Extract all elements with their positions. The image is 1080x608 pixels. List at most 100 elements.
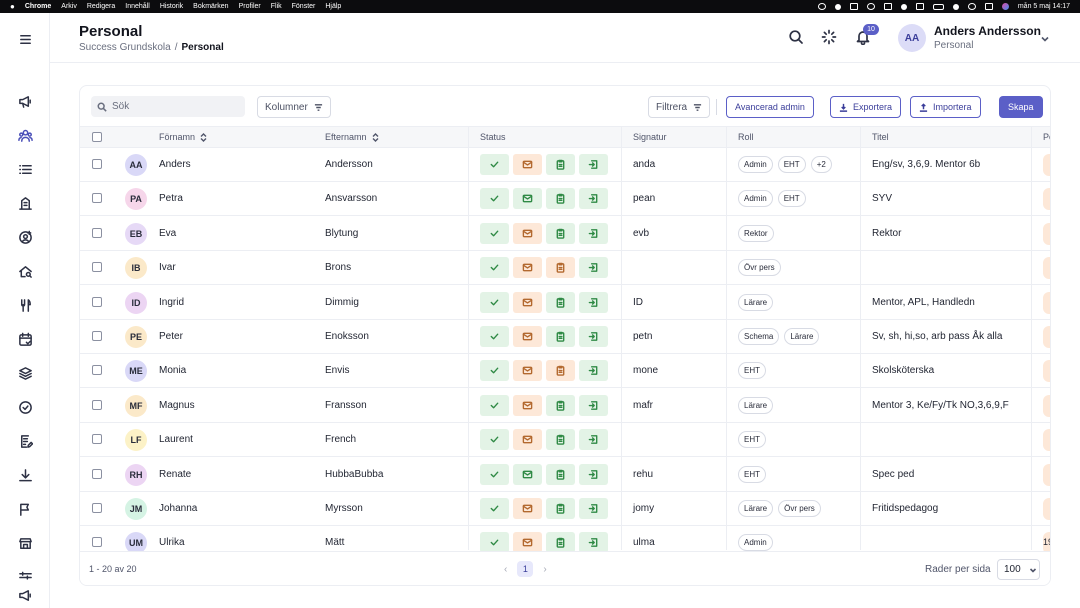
role-chip[interactable]: Lärare — [784, 328, 820, 345]
user-add-icon[interactable] — [17, 229, 33, 245]
status-mail[interactable] — [513, 257, 542, 279]
status-clipboard[interactable] — [546, 291, 575, 313]
next-page-button[interactable]: › — [543, 564, 546, 575]
header-status[interactable]: Status — [480, 132, 506, 142]
avatar[interactable]: AA — [898, 24, 926, 52]
role-chip[interactable]: Övr pers — [738, 259, 781, 277]
table-row[interactable]: ID Ingrid Dimmig ID Lärare Mentor, APL, Handl… — [80, 286, 1050, 320]
row-checkbox[interactable] — [92, 159, 102, 169]
search-icon[interactable] — [787, 28, 805, 46]
row-checkbox[interactable] — [92, 399, 102, 410]
row-checkbox[interactable] — [92, 227, 102, 238]
status-clipboard[interactable] — [546, 498, 575, 519]
status-mail[interactable] — [513, 291, 542, 313]
role-chip[interactable]: EHT — [738, 362, 766, 380]
row-checkbox[interactable] — [92, 434, 102, 445]
table-row[interactable]: MF Magnus Fransson mafr Lärare Mentor 3, Ke/F… — [80, 389, 1050, 423]
prev-page-button[interactable]: ‹ — [504, 564, 507, 575]
status-clipboard[interactable] — [546, 222, 575, 244]
status-clipboard[interactable] — [546, 257, 575, 279]
status-login[interactable] — [579, 222, 608, 244]
status-clipboard[interactable] — [546, 429, 575, 451]
record-icon[interactable] — [817, 3, 826, 10]
page-number[interactable]: 1 — [517, 561, 534, 577]
status-mail[interactable] — [513, 463, 542, 485]
menu-flik[interactable]: Flik — [271, 3, 282, 10]
cell-firstname[interactable]: Laurent — [159, 434, 193, 445]
cell-lastname[interactable]: Andersson — [325, 159, 373, 170]
rows-per-page-select[interactable]: 100 — [997, 559, 1040, 580]
cell-lastname[interactable]: Mätt — [325, 537, 344, 548]
cell-lastname[interactable]: French — [325, 434, 356, 445]
header-lastname[interactable]: Efternamn — [325, 132, 379, 142]
status-clipboard[interactable] — [546, 360, 575, 382]
flag-icon[interactable] — [17, 501, 33, 517]
brightness-icon[interactable] — [834, 3, 841, 10]
cell-firstname[interactable]: Ivar — [159, 262, 176, 273]
megaphone-bottom-icon[interactable] — [17, 587, 33, 603]
cell-lastname[interactable]: Ansvarsson — [325, 193, 377, 204]
table-row[interactable]: RH Renate HubbaBubba rehu EHT Spec ped — [80, 458, 1050, 492]
layers-icon[interactable] — [17, 365, 33, 381]
import-button[interactable]: Importera — [910, 96, 981, 118]
table-row[interactable]: PE Peter Enoksson petn Schema Lärare Sv, sh, h… — [80, 320, 1050, 354]
header-firstname[interactable]: Förnamn — [159, 132, 207, 142]
filter-button[interactable]: Filtrera — [648, 96, 711, 118]
download-icon[interactable] — [17, 467, 33, 483]
role-chip[interactable]: Admin — [738, 534, 773, 552]
cell-firstname[interactable]: Eva — [159, 228, 176, 239]
status-login[interactable] — [579, 188, 608, 210]
cell-lastname[interactable]: Dimmig — [325, 297, 359, 308]
store-icon[interactable] — [17, 535, 33, 551]
header-title[interactable]: Titel — [872, 132, 889, 142]
cell-firstname[interactable]: Monia — [159, 365, 186, 376]
menubar-clock[interactable]: mån 5 maj 14:17 — [1018, 3, 1070, 10]
building-icon[interactable] — [17, 195, 33, 211]
status-mail[interactable] — [513, 429, 542, 451]
row-checkbox[interactable] — [92, 468, 102, 479]
cell-firstname[interactable]: Magnus — [159, 400, 195, 411]
status-check[interactable] — [480, 429, 509, 451]
cell-lastname[interactable]: Fransson — [325, 400, 367, 411]
create-button[interactable]: Skapa — [999, 96, 1043, 118]
status-login[interactable] — [579, 498, 608, 519]
menu-redigera[interactable]: Redigera — [87, 3, 115, 10]
chevron-down-icon[interactable] — [1040, 31, 1050, 42]
cell-firstname[interactable]: Ingrid — [159, 297, 184, 308]
status-mail[interactable] — [513, 498, 542, 519]
cell-firstname[interactable]: Anders — [159, 159, 191, 170]
status-check[interactable] — [480, 394, 509, 416]
table-row[interactable]: LF Laurent French EHT — [80, 423, 1050, 458]
status-check[interactable] — [480, 360, 509, 382]
menu-profiler[interactable]: Profiler — [239, 3, 261, 10]
role-chip[interactable]: Admin — [738, 190, 773, 208]
cell-firstname[interactable]: Petra — [159, 193, 183, 204]
home-search-icon[interactable] — [17, 263, 33, 279]
table-row[interactable]: EB Eva Blytung evb Rektor Rektor — [80, 217, 1050, 251]
status-login[interactable] — [579, 429, 608, 451]
apple-icon[interactable]: ● — [10, 2, 15, 11]
row-checkbox[interactable] — [92, 262, 102, 273]
calendar-icon[interactable] — [17, 331, 33, 347]
user-name[interactable]: Anders Andersson — [934, 24, 1041, 38]
menu-app[interactable]: Chrome — [25, 3, 51, 10]
menu-historik[interactable]: Historik — [160, 3, 183, 10]
document-edit-icon[interactable] — [17, 433, 33, 449]
header-signature[interactable]: Signatur — [633, 132, 667, 142]
control-icon[interactable] — [915, 3, 924, 10]
user-switch-icon[interactable] — [866, 3, 875, 10]
status-check[interactable] — [480, 154, 509, 175]
cell-firstname[interactable]: Johanna — [159, 503, 197, 514]
row-checkbox[interactable] — [92, 537, 102, 548]
check-circle-icon[interactable] — [17, 399, 33, 415]
bluetooth-icon[interactable] — [900, 3, 907, 10]
cell-lastname[interactable]: Myrsson — [325, 503, 363, 514]
menu-arkiv[interactable]: Arkiv — [61, 3, 77, 10]
menu-fonster[interactable]: Fönster — [292, 3, 316, 10]
people-icon[interactable] — [17, 127, 33, 143]
role-chip[interactable]: +2 — [810, 156, 832, 173]
cell-firstname[interactable]: Ulrika — [159, 537, 185, 548]
status-mail[interactable] — [513, 188, 542, 210]
status-clipboard[interactable] — [546, 463, 575, 485]
status-login[interactable] — [579, 394, 608, 416]
